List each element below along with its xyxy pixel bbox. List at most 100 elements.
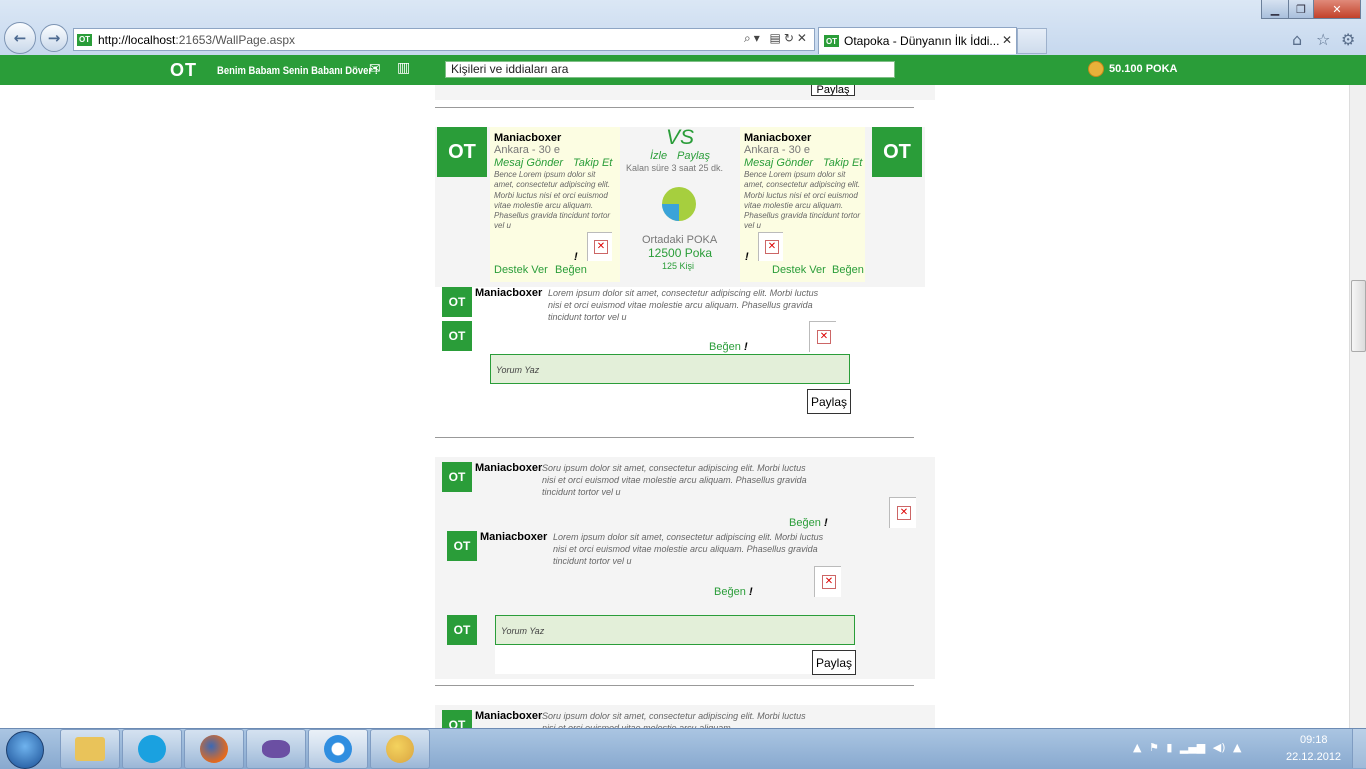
minimize-button[interactable]: ▁ <box>1261 0 1289 19</box>
right-message-link[interactable]: Mesaj Gönder <box>744 157 813 169</box>
share-button[interactable]: Paylaş <box>807 389 851 414</box>
next-post-text: Soru ipsum dolor sit amet, consectetur a… <box>542 711 806 728</box>
tab-favicon: OT <box>824 35 839 47</box>
avatar-right[interactable]: OT <box>872 127 922 177</box>
taskbar-paint[interactable] <box>370 729 430 769</box>
post-username[interactable]: Maniacboxer <box>475 462 542 474</box>
left-support-button[interactable]: Destek Ver <box>494 264 548 276</box>
reply-like-button[interactable]: Beğen <box>714 586 746 598</box>
divider <box>435 107 914 108</box>
site-slogan: Benim Babam Senin Babanı Döver ! <box>217 65 378 77</box>
right-exclaim: ! <box>745 251 749 263</box>
next-post-clip: OT Maniacboxer Soru ipsum dolor sit amet… <box>435 705 935 728</box>
home-icon[interactable]: ⌂ <box>1292 30 1302 49</box>
post-avatar[interactable]: OT <box>442 462 472 492</box>
maximize-icon: ❐ <box>1296 2 1306 16</box>
right-claim-text: Bence Lorem ipsum dolor sit amet, consec… <box>744 170 861 231</box>
comment-username[interactable]: Maniacboxer <box>475 287 542 299</box>
share-link[interactable]: Paylaş <box>677 150 710 162</box>
site-logo[interactable]: OT <box>170 60 197 81</box>
broken-image-icon: ✕ <box>817 330 831 344</box>
pot-pie-chart <box>662 187 696 221</box>
left-broken-image: ✕ <box>587 232 612 261</box>
scrollbar-thumb[interactable] <box>1351 280 1366 352</box>
post-share-button[interactable]: Paylaş <box>812 650 856 675</box>
taskbar-skype[interactable] <box>122 729 182 769</box>
taskbar-explorer[interactable] <box>60 729 120 769</box>
forward-button[interactable]: → <box>40 24 68 52</box>
left-message-link[interactable]: Mesaj Gönder <box>494 157 563 169</box>
paint-icon <box>386 735 414 763</box>
reply-username[interactable]: Maniacboxer <box>480 531 547 543</box>
vertical-scrollbar[interactable] <box>1349 85 1366 728</box>
left-location: Ankara - 30 e <box>494 144 561 156</box>
clock-date[interactable]: 22.12.2012 <box>1286 751 1341 763</box>
broken-image-icon: ✕ <box>897 506 911 520</box>
taskbar-firefox[interactable] <box>184 729 244 769</box>
reply-avatar[interactable]: OT <box>447 531 477 561</box>
vs-label: VS <box>665 126 694 149</box>
taskbar-visual-studio[interactable] <box>246 729 306 769</box>
back-arrow-icon: ← <box>13 29 27 47</box>
browser-tab[interactable]: OT Otapoka - Dünyanın İlk İddi... ✕ <box>818 27 1017 54</box>
divider <box>435 685 914 686</box>
current-user-avatar: OT <box>442 321 472 351</box>
address-bar-controls[interactable]: ⌕▾ ▤↻✕ <box>744 31 810 46</box>
pot-people: 125 Kişi <box>662 261 695 271</box>
previous-share-label: Paylaş <box>816 85 850 96</box>
right-broken-image: ✕ <box>758 232 783 261</box>
url-path: :21653/WallPage.aspx <box>175 32 296 47</box>
broken-image-icon: ✕ <box>594 240 608 254</box>
right-like-button[interactable]: Beğen <box>832 264 864 276</box>
clock-time[interactable]: 09:18 <box>1300 734 1328 746</box>
previous-share-button[interactable]: Paylaş <box>811 85 855 96</box>
favorites-icon[interactable]: ☆ <box>1316 30 1330 49</box>
right-follow-link[interactable]: Takip Et <box>823 157 862 169</box>
left-like-button[interactable]: Beğen <box>555 264 587 276</box>
avatar-left[interactable]: OT <box>437 127 487 177</box>
comment-input[interactable]: Yorum Yaz <box>490 354 850 384</box>
watch-link[interactable]: İzle <box>650 150 667 162</box>
right-location: Ankara - 30 e <box>744 144 811 156</box>
reply-text: Lorem ipsum dolor sit amet, consectetur … <box>553 532 824 566</box>
comment-broken-image: ✕ <box>809 321 836 352</box>
right-username[interactable]: Maniacboxer <box>744 132 811 144</box>
comment-text: Lorem ipsum dolor sit amet, consectetur … <box>548 288 819 322</box>
new-tab-button[interactable] <box>1017 28 1047 54</box>
back-button[interactable]: ← <box>4 22 36 54</box>
minimize-icon: ▁ <box>1270 2 1280 16</box>
close-window-button[interactable]: ✕ <box>1313 0 1361 19</box>
tab-title: Otapoka - Dünyanın İlk İddi... <box>844 34 1000 48</box>
forward-arrow-icon: → <box>47 29 61 47</box>
time-left: Kalan süre 3 saat 25 dk. <box>626 163 724 173</box>
address-bar[interactable]: OT http://localhost:21653/WallPage.aspx … <box>73 28 815 51</box>
tab-close-icon[interactable]: ✕ <box>1002 33 1012 47</box>
mail-icon[interactable]: ✉ <box>369 61 381 77</box>
stats-icon[interactable]: ▥ <box>397 60 410 76</box>
next-post-username[interactable]: Maniacboxer <box>475 710 542 722</box>
post-comment-input[interactable]: Yorum Yaz <box>495 615 855 645</box>
reply-exclaim: ! <box>749 586 753 598</box>
maximize-button[interactable]: ❐ <box>1288 0 1314 19</box>
coin-icon <box>1088 61 1104 77</box>
comment-like-button[interactable]: Beğen <box>709 341 741 353</box>
post-text: Soru ipsum dolor sit amet, consectetur a… <box>542 463 807 497</box>
next-post-avatar[interactable]: OT <box>442 710 472 728</box>
post-broken-image: ✕ <box>889 497 916 528</box>
pot-amount: 12500 Poka <box>648 246 713 260</box>
search-input[interactable]: Kişileri ve iddiaları ara <box>445 61 895 78</box>
firefox-icon <box>200 735 228 763</box>
comment-avatar[interactable]: OT <box>442 287 472 317</box>
visual-studio-icon <box>262 740 290 758</box>
taskbar-internet-explorer[interactable] <box>308 729 368 769</box>
pot-label: Ortadaki POKA <box>642 234 718 246</box>
skype-icon <box>138 735 166 763</box>
start-button[interactable] <box>6 731 44 769</box>
post-like-button[interactable]: Beğen <box>789 517 821 529</box>
tools-icon[interactable]: ⚙ <box>1341 30 1355 49</box>
system-tray[interactable]: ▲ ⚑ ▮ ▂▄▆ ◀) ▲ <box>1133 741 1241 754</box>
left-username[interactable]: Maniacboxer <box>494 132 561 144</box>
show-desktop-button[interactable] <box>1352 729 1366 768</box>
right-support-button[interactable]: Destek Ver <box>772 264 826 276</box>
left-follow-link[interactable]: Takip Et <box>573 157 612 169</box>
